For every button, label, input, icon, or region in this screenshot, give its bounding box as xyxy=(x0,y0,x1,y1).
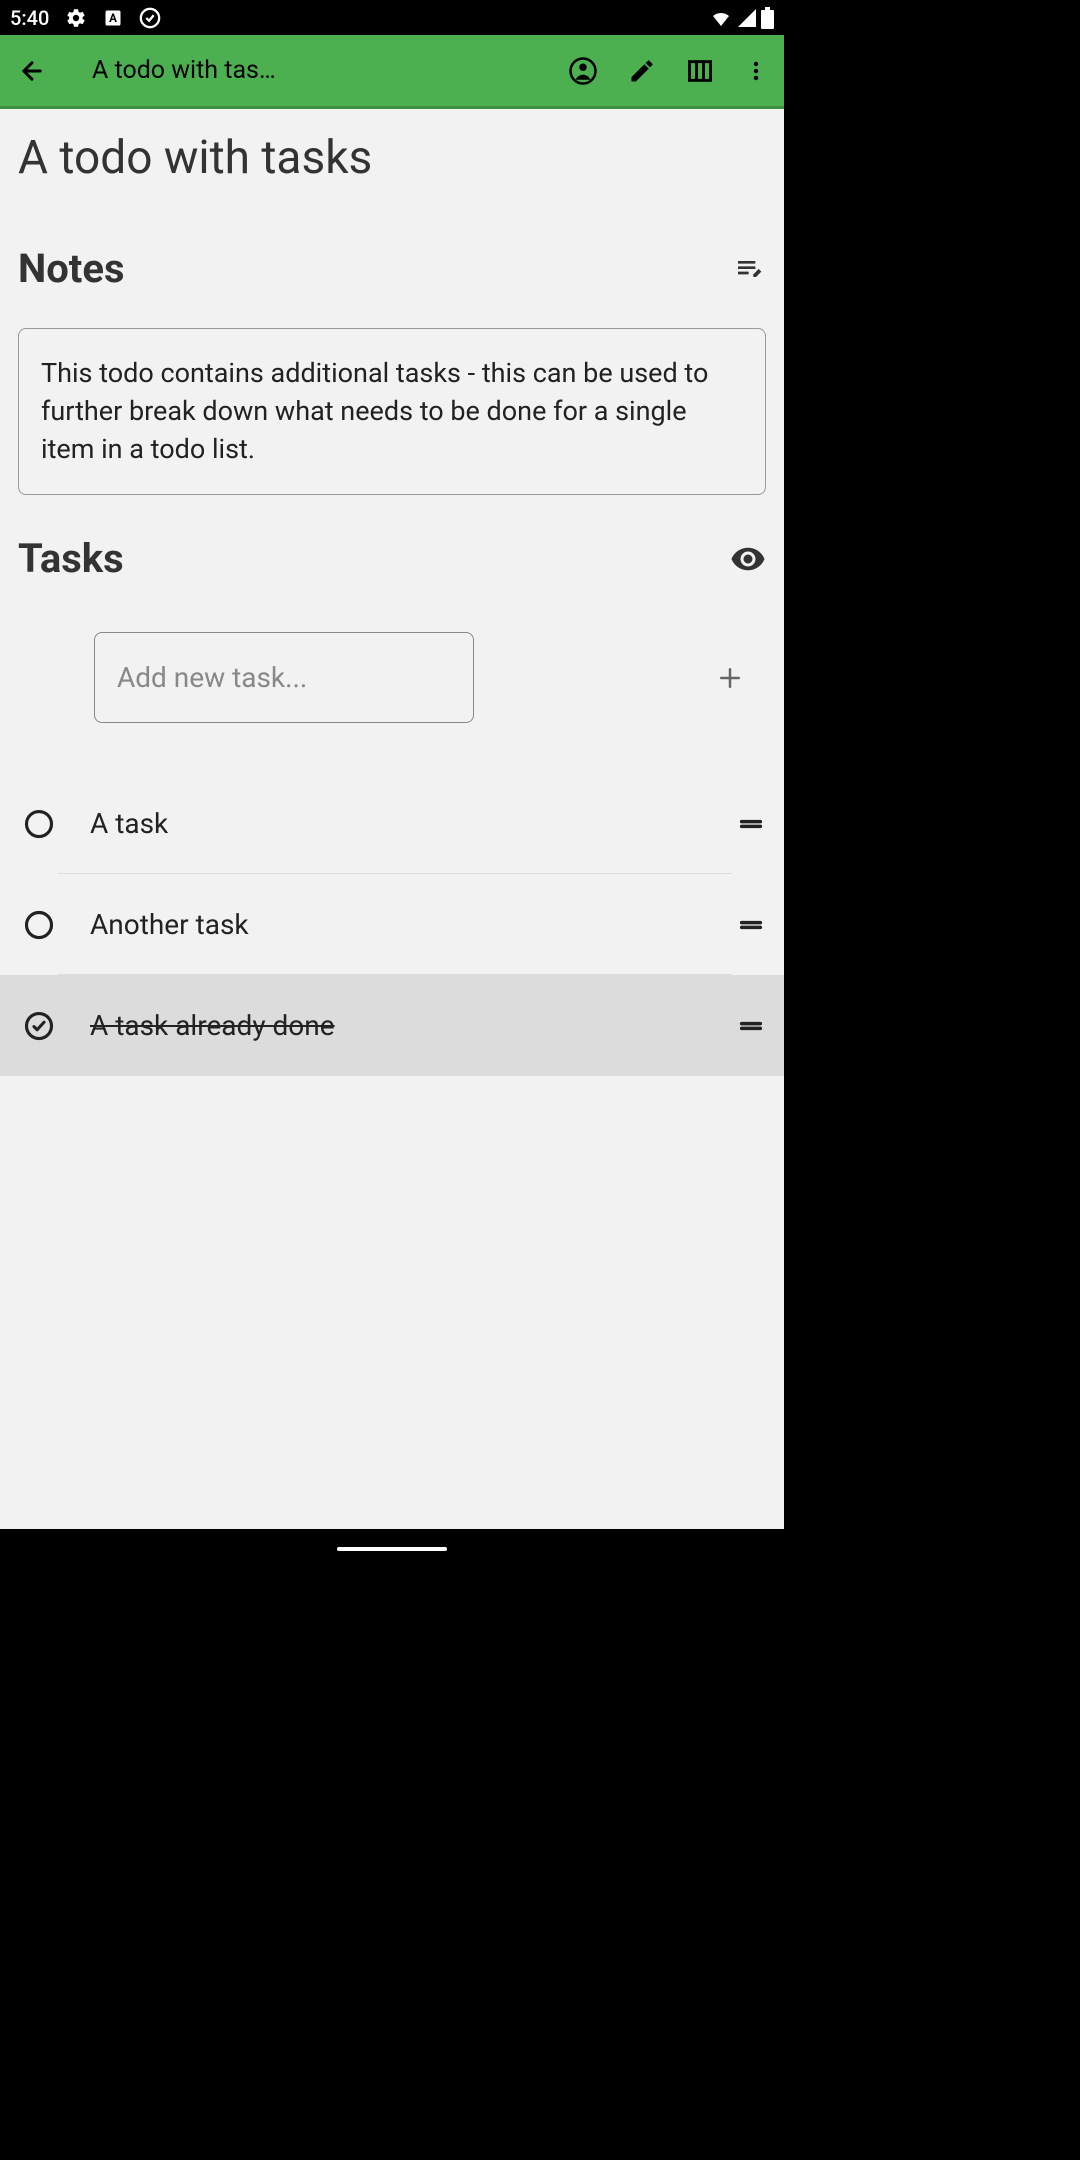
add-task-button[interactable] xyxy=(710,658,750,698)
pencil-icon xyxy=(628,57,656,85)
circle-icon xyxy=(24,809,54,839)
drag-handle[interactable] xyxy=(736,910,766,940)
notes-header: Notes xyxy=(18,245,766,292)
battery-icon xyxy=(761,7,774,29)
tasks-section: Tasks A task Another task A task already d… xyxy=(0,535,784,1076)
add-task-input[interactable] xyxy=(94,632,474,723)
columns-button[interactable] xyxy=(686,57,714,85)
task-label: A task already done xyxy=(90,1009,700,1042)
task-list: A task Another task A task already done xyxy=(0,773,784,1076)
task-label: A task xyxy=(90,807,700,840)
plus-icon xyxy=(715,663,745,693)
notes-content[interactable]: This todo contains additional tasks - th… xyxy=(18,328,766,495)
notes-section: Notes This todo contains additional task… xyxy=(0,245,784,495)
signal-icon xyxy=(737,8,757,28)
app-bar-title: A todo with tas… xyxy=(64,56,560,85)
page-title: A todo with tasks xyxy=(0,109,784,245)
status-bar: 5:40 A xyxy=(0,0,784,35)
circle-icon xyxy=(24,910,54,940)
back-button[interactable] xyxy=(8,47,56,95)
task-checkbox[interactable] xyxy=(24,809,54,839)
content: A todo with tasks Notes This todo contai… xyxy=(0,109,784,1529)
more-vert-icon xyxy=(744,59,768,83)
drag-handle[interactable] xyxy=(736,809,766,839)
task-item[interactable]: A task xyxy=(0,773,784,874)
drag-handle-icon xyxy=(737,1012,765,1040)
svg-text:A: A xyxy=(109,11,117,25)
visibility-button[interactable] xyxy=(730,541,766,577)
nav-pill[interactable] xyxy=(337,1547,447,1551)
task-checkbox[interactable] xyxy=(24,910,54,940)
drag-handle-icon xyxy=(737,810,765,838)
status-left: 5:40 A xyxy=(10,6,161,30)
task-item[interactable]: A task already done xyxy=(0,975,784,1076)
edit-button[interactable] xyxy=(628,57,656,85)
drag-handle-icon xyxy=(737,911,765,939)
edit-notes-button[interactable] xyxy=(734,253,766,285)
status-time: 5:40 xyxy=(10,6,49,30)
account-circle-icon xyxy=(568,56,598,86)
drag-handle[interactable] xyxy=(736,1011,766,1041)
app-bar: A todo with tas… xyxy=(0,35,784,109)
playlist-edit-icon xyxy=(734,253,766,285)
app-bar-actions xyxy=(568,56,776,86)
eye-icon xyxy=(730,541,766,577)
notes-heading: Notes xyxy=(18,245,124,292)
arrow-left-icon xyxy=(18,57,46,85)
tasks-heading: Tasks xyxy=(18,535,124,582)
task-label: Another task xyxy=(90,908,700,941)
task-checkbox[interactable] xyxy=(24,1011,54,1041)
more-button[interactable] xyxy=(744,59,768,83)
nav-bar xyxy=(0,1529,784,1569)
check-circle-icon xyxy=(139,7,161,29)
wifi-icon xyxy=(709,8,733,28)
account-button[interactable] xyxy=(568,56,598,86)
tasks-header: Tasks xyxy=(0,535,784,582)
task-item[interactable]: Another task xyxy=(0,874,784,975)
status-right xyxy=(709,7,774,29)
add-task-row xyxy=(0,632,784,773)
letter-a-icon: A xyxy=(103,8,123,28)
gear-icon xyxy=(65,7,87,29)
check-circle-icon xyxy=(24,1011,54,1041)
columns-icon xyxy=(686,57,714,85)
